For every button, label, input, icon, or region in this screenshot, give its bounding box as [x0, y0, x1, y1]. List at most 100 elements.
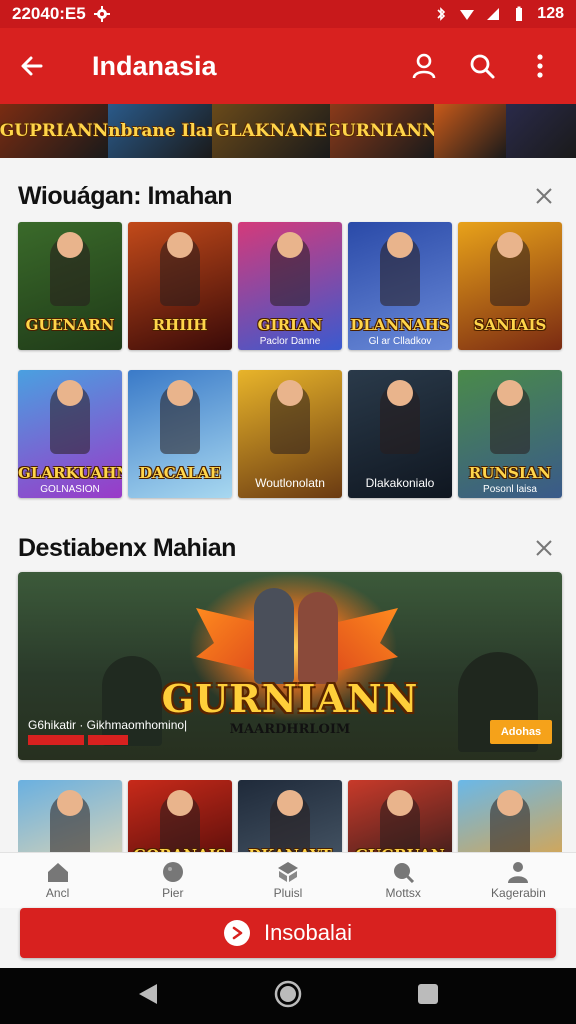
character-head: [167, 380, 193, 406]
circle-icon: [162, 862, 183, 882]
game-tile[interactable]: Woutlonolatn: [238, 370, 342, 498]
nav-item-search[interactable]: Mottsx: [346, 853, 461, 908]
system-recents-button[interactable]: [417, 983, 439, 1010]
game-tile[interactable]: GUGBUAN: [348, 780, 452, 852]
install-label: Insobalai: [263, 920, 353, 945]
profile-button[interactable]: [402, 44, 446, 88]
search-button[interactable]: [460, 44, 504, 88]
nav-label: Kagerabin: [491, 886, 546, 900]
game-subtitle: Woutlonolatn: [255, 476, 325, 490]
status-bar: 22040:E5 128: [0, 0, 576, 28]
game-tile[interactable]: GUENARN: [18, 222, 122, 350]
game-grid-row: GORANAISDKANAYTGUGBUAN: [18, 780, 562, 852]
banner-tile[interactable]: [434, 104, 506, 158]
signal-icon: [487, 8, 500, 20]
person-icon: [508, 862, 529, 883]
featured-title: GURNIANN: [161, 676, 419, 721]
character-head: [497, 790, 523, 816]
tag-badge: [28, 735, 84, 745]
featured-action-button[interactable]: Adohas: [490, 720, 552, 744]
wifi-icon: [460, 10, 475, 20]
system-navigation-bar: [0, 968, 576, 1024]
game-title: DACALAE: [139, 464, 221, 482]
game-title: GUENARN: [25, 316, 115, 334]
character-head: [57, 380, 83, 406]
banner-tile[interactable]: GURNIANN: [330, 104, 434, 158]
banner-tile[interactable]: [506, 104, 576, 158]
featured-tags: [28, 735, 128, 745]
game-subtitle: Posonl laisa: [483, 484, 537, 495]
tag-badge: [88, 735, 128, 745]
game-tile[interactable]: Dlakakonialo: [348, 370, 452, 498]
nav-item-play[interactable]: Pier: [115, 853, 230, 908]
search-icon: [470, 54, 495, 79]
nav-item-profile[interactable]: Kagerabin: [461, 853, 576, 908]
character-head: [167, 232, 193, 258]
game-tile[interactable]: DKANAYT: [238, 780, 342, 852]
character-head: [277, 790, 303, 816]
section-title: Wiouágan: Imahan: [18, 181, 233, 210]
section-header: Wiouágan: Imahan: [18, 176, 558, 216]
nav-label: Pier: [162, 886, 184, 900]
install-button[interactable]: Insobalai: [20, 908, 556, 958]
character-head: [167, 790, 193, 816]
character-head: [387, 380, 413, 406]
banner-tile[interactable]: Uoanbrane Ilanian: [108, 104, 212, 158]
nav-item-home[interactable]: Ancl: [0, 853, 115, 908]
game-tile[interactable]: GIRIAN Paclor Danne: [238, 222, 342, 350]
game-title: RHIIH: [152, 316, 208, 334]
game-tile[interactable]: DLANNAHS Gl ar Clladkov: [348, 222, 452, 350]
nav-item-categories[interactable]: Pluisl: [230, 853, 345, 908]
banner-label: GLAKNANE: [215, 121, 327, 141]
status-time: 22040:E5: [12, 4, 86, 23]
close-section-button[interactable]: [530, 534, 558, 562]
banner-tile[interactable]: GLAKNANE: [212, 104, 330, 158]
game-tile[interactable]: DACALAE: [128, 370, 232, 498]
character-head: [387, 232, 413, 258]
system-home-button[interactable]: [274, 980, 302, 1013]
battery-icon: [516, 6, 523, 21]
close-icon: [536, 540, 552, 556]
character-head: [497, 232, 523, 258]
app-bar: Indanasia: [0, 28, 576, 104]
settings-icon: [93, 6, 110, 22]
nav-label: Ancl: [45, 886, 70, 900]
bluetooth-icon: [437, 7, 446, 21]
more-options-button[interactable]: [518, 44, 562, 88]
game-title: GIRIAN: [257, 316, 323, 334]
banner-carousel[interactable]: GUPRIANNUoanbrane IlanianGLAKNANEGURNIAN…: [0, 104, 576, 158]
nav-label: Mottsx: [385, 886, 421, 900]
hero-figure: [298, 592, 338, 684]
game-tile[interactable]: RUNSIAN Posonl laisa: [458, 370, 562, 498]
featured-game-card[interactable]: GURNIANN MAARDHRLOIM G6hikatir · Gikhmao…: [18, 572, 562, 760]
character-head: [497, 380, 523, 406]
game-title: RUNSIAN: [468, 464, 552, 482]
close-icon: [536, 188, 552, 204]
game-tile[interactable]: RHIIH: [128, 222, 232, 350]
triangle-back-icon: [139, 983, 158, 1004]
game-subtitle: Dlakakonialo: [365, 476, 435, 490]
featured-caption: G6hikatir · Gikhmaomhomino|: [28, 718, 188, 732]
play-circle-icon: [223, 920, 250, 946]
cube-icon: [278, 862, 298, 882]
banner-label: GUPRIANN: [0, 121, 108, 141]
nav-label: Pluisl: [273, 886, 303, 900]
back-button[interactable]: [0, 28, 64, 104]
game-title: DLANNAHS: [350, 316, 450, 334]
character-head: [57, 790, 83, 816]
section-header: Destiabenx Mahian: [18, 528, 558, 568]
banner-label: GURNIANN: [330, 121, 434, 141]
system-back-button[interactable]: [137, 982, 159, 1011]
game-tile[interactable]: SANIAIS: [458, 222, 562, 350]
game-subtitle: Paclor Danne: [259, 336, 321, 347]
game-tile[interactable]: GLARKUAHN GOLNASION: [18, 370, 122, 498]
game-subtitle: GOLNASION: [40, 484, 100, 495]
close-section-button[interactable]: [530, 182, 558, 210]
game-tile[interactable]: GORANAIS: [128, 780, 232, 852]
game-tile[interactable]: [18, 780, 122, 852]
person-icon: [412, 53, 436, 79]
game-tile[interactable]: [458, 780, 562, 852]
banner-tile[interactable]: GUPRIANN: [0, 104, 108, 158]
home-icon: [47, 863, 68, 882]
game-grid-row: GLARKUAHN GOLNASION DACALAE Woutlonolatn Dla…: [18, 370, 562, 498]
